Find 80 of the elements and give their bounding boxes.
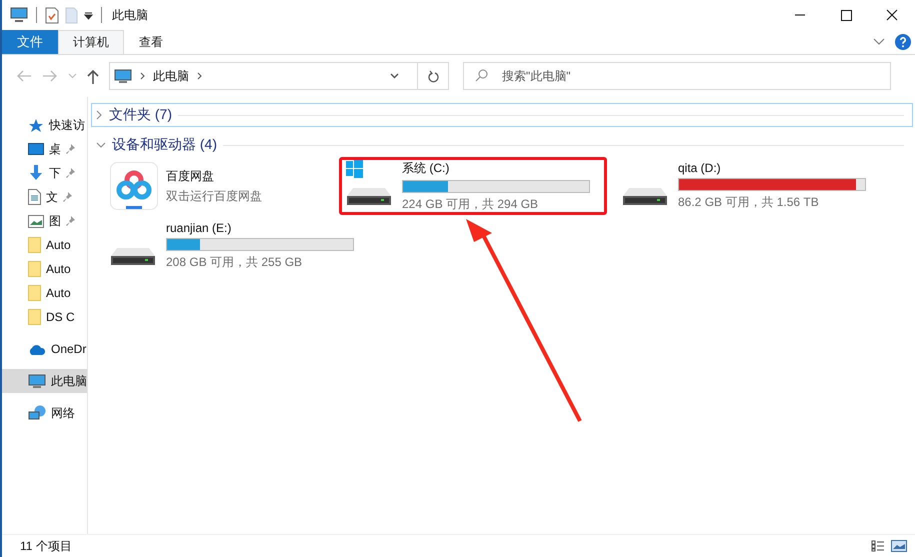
drive-tile[interactable]: 系统 (C:) 224 GB 可用，共 294 GB: [339, 157, 607, 215]
cloud-icon: [28, 344, 46, 354]
folder-icon: [28, 309, 41, 325]
group-title: 设备和驱动器 (4): [112, 136, 217, 154]
free-space: 224 GB 可用，共 294 GB: [402, 196, 540, 212]
folder-icon: [28, 261, 41, 277]
chevron-down-icon: [96, 142, 106, 148]
nav-item[interactable]: 桌: [2, 137, 87, 161]
details-view-icon[interactable]: [871, 540, 885, 552]
drive-tile[interactable]: qita (D:) 86.2 GB 可用，共 1.56 TB: [615, 157, 869, 215]
nav-label: Auto: [46, 238, 71, 252]
help-icon[interactable]: [895, 34, 911, 50]
large-icons-view-icon[interactable]: [891, 540, 907, 552]
nav-item[interactable]: Auto: [2, 233, 87, 257]
nav-item[interactable]: 网络: [2, 401, 87, 425]
nav-label: 此电脑: [51, 372, 87, 390]
computer-icon: [114, 68, 132, 84]
folder-icon: [28, 237, 41, 253]
nav-label: 桌: [49, 140, 61, 158]
dropdown-icon[interactable]: [84, 10, 93, 20]
nav-label: OneDr: [51, 342, 86, 356]
nav-item[interactable]: Auto: [2, 257, 87, 281]
up-icon[interactable]: [87, 68, 99, 84]
ribbon-tab[interactable]: 计算机: [58, 30, 124, 54]
window-title: 此电脑: [112, 6, 148, 24]
nav-item[interactable]: 下: [2, 161, 87, 185]
search-field[interactable]: 搜索"此电脑": [463, 62, 891, 90]
group-header[interactable]: 设备和驱动器 (4): [91, 133, 913, 157]
ribbon-tab[interactable]: 查看: [124, 30, 178, 54]
nav-item[interactable]: DS C: [2, 305, 87, 329]
drive-tile[interactable]: 百度网盘 双击运行百度网盘: [103, 157, 339, 215]
history-dropdown-icon[interactable]: [390, 73, 399, 79]
breadcrumb[interactable]: 此电脑: [153, 68, 189, 84]
free-space: 208 GB 可用，共 255 GB: [166, 254, 304, 271]
nav-label: Auto: [46, 286, 71, 300]
nav-item[interactable]: OneDr: [2, 337, 87, 361]
search-icon: [475, 69, 488, 82]
chevron-icon[interactable]: [197, 72, 202, 80]
file-tab[interactable]: 文件: [2, 30, 58, 54]
computer-icon: [10, 7, 28, 23]
free-space: 86.2 GB 可用，共 1.56 TB: [678, 194, 820, 211]
star-icon: [28, 118, 44, 132]
hard-drive-icon: [110, 247, 156, 266]
group-header[interactable]: 文件夹 (7): [91, 103, 913, 127]
item-count: 11 个项目: [20, 538, 72, 554]
drive-tile[interactable]: ruanjian (E:) 208 GB 可用，共 255 GB: [103, 217, 357, 275]
nav-label: 快速访: [49, 116, 85, 134]
nav-label: 文: [46, 188, 58, 206]
nav-label: Auto: [46, 262, 71, 276]
properties-icon[interactable]: [45, 6, 59, 24]
network-icon: [28, 405, 46, 421]
nav-item[interactable]: 文: [2, 185, 87, 209]
document-icon: [28, 189, 41, 205]
nav-label: 网络: [51, 404, 75, 422]
address-bar[interactable]: 此电脑: [109, 62, 449, 90]
desktop-icon: [28, 142, 44, 156]
drive-name: ruanjian (E:): [166, 221, 232, 235]
nav-label: 图: [49, 212, 61, 230]
nav-item[interactable]: 此电脑: [2, 369, 87, 393]
nav-item[interactable]: 快速访: [2, 113, 87, 137]
item-subtitle: 双击运行百度网盘: [166, 188, 263, 204]
item-name: 百度网盘: [166, 168, 215, 184]
refresh-icon[interactable]: [427, 70, 439, 82]
image-icon: [28, 214, 44, 228]
expand-ribbon-icon[interactable]: [873, 38, 885, 46]
group-title: 文件夹 (7): [109, 106, 172, 124]
nav-label: DS C: [46, 310, 75, 324]
cloud-app-icon: [110, 162, 158, 210]
hard-drive-icon: [622, 187, 668, 206]
drive-name: qita (D:): [678, 161, 722, 175]
chevron-icon[interactable]: [140, 72, 145, 80]
chevron-right-icon: [96, 110, 103, 120]
download-icon: [28, 165, 44, 181]
nav-label: 下: [49, 164, 61, 182]
hard-drive-icon: [346, 187, 392, 206]
drive-name: 系统 (C:): [402, 160, 450, 176]
folder-icon: [28, 285, 41, 301]
computer-icon: [28, 374, 46, 388]
nav-item[interactable]: 图: [2, 209, 87, 233]
nav-item[interactable]: Auto: [2, 281, 87, 305]
